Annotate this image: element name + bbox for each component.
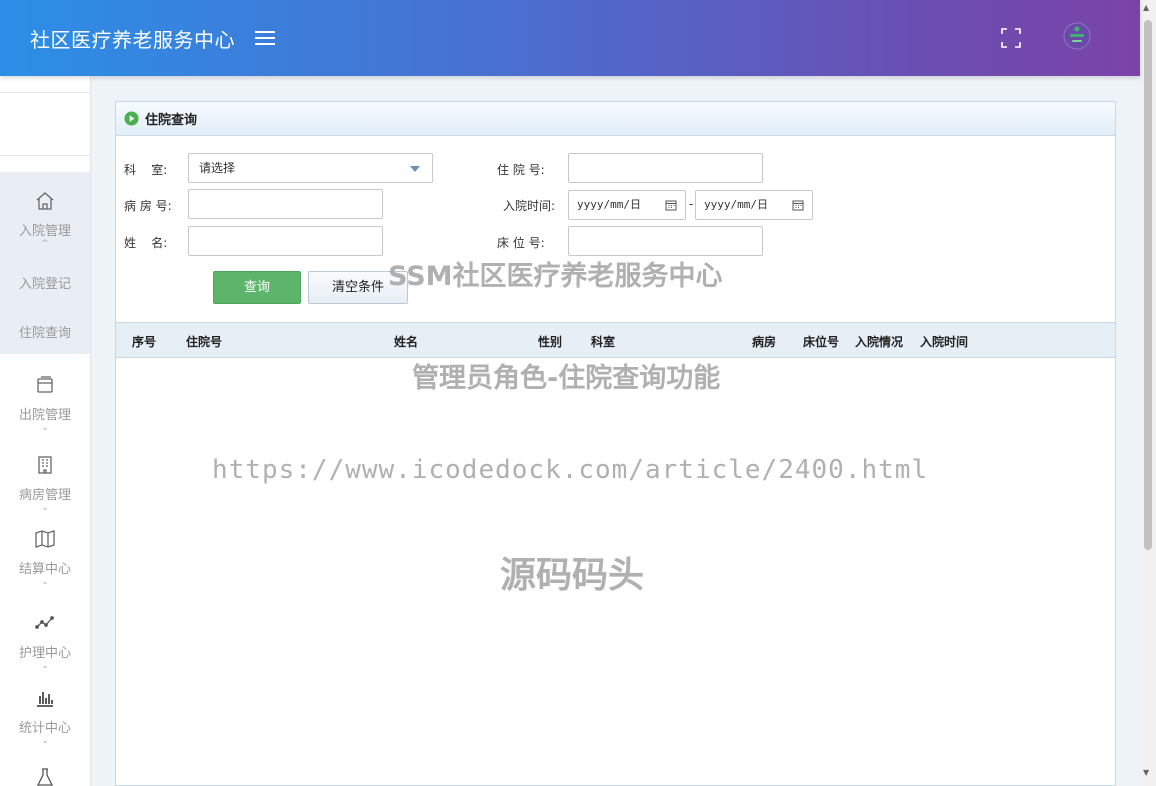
building-icon [38, 456, 52, 474]
scroll-down-icon[interactable]: ▼ [1143, 768, 1149, 777]
chevron-down-icon: ⌄ [41, 736, 49, 746]
chevron-down-icon: ⌄ [41, 577, 49, 587]
admission-time-label: 入院时间: [503, 199, 556, 213]
date-start-placeholder: yyyy/mm/日 [577, 198, 641, 211]
sidebar-item-label: 入院管理 [18, 224, 71, 239]
sidebar-item-label: 护理中心 [18, 646, 71, 661]
menu-toggle-icon[interactable] [255, 29, 277, 47]
calendar-icon[interactable] [665, 199, 677, 211]
column-header-bed-no[interactable]: 床位号 [803, 333, 839, 350]
panel-title: 住院查询 [145, 113, 198, 128]
flask-icon [36, 768, 54, 786]
sidebar-item-label: 统计中心 [18, 721, 71, 736]
play-circle-icon [124, 111, 139, 126]
admission-date-end[interactable]: yyyy/mm/日 [695, 190, 813, 220]
sidebar-item-settlement[interactable]: 结算中心 ⌄ [0, 528, 90, 587]
fullscreen-icon[interactable] [1000, 27, 1022, 49]
department-select[interactable]: 请选择 [188, 153, 433, 183]
date-range-separator: - [689, 197, 694, 211]
sidebar-item-label: 出院管理 [18, 408, 71, 423]
window-icon [37, 376, 53, 393]
top-header: 社区医疗养老服务中心 [0, 0, 1140, 76]
home-icon [36, 192, 54, 210]
column-header-admission-no[interactable]: 住院号 [186, 333, 222, 350]
column-header-admission-status[interactable]: 入院情况 [855, 333, 903, 350]
sidebar-item-nursing[interactable]: 护理中心 ⌄ [0, 612, 90, 671]
ward-no-input[interactable] [188, 189, 383, 219]
sidebar-item-ward[interactable]: 病房管理 ⌄ [0, 454, 90, 513]
page-scrollbar[interactable]: ▲ ▼ [1140, 0, 1156, 786]
result-table-header: 序号 住院号 姓名 性别 科室 病房 床位号 入院情况 入院时间 [116, 322, 1115, 358]
column-header-admission-time[interactable]: 入院时间 [920, 333, 968, 350]
calendar-icon[interactable] [792, 199, 804, 211]
sidebar-item-statistics[interactable]: 统计中心 ⌄ [0, 687, 90, 746]
scroll-up-icon[interactable]: ▲ [1143, 3, 1149, 12]
admission-no-label: 住 院 号: [497, 163, 545, 177]
sidebar-item-label: 病房管理 [18, 488, 71, 503]
app-title: 社区医疗养老服务中心 [30, 27, 235, 52]
sidebar-subitem-admission-register[interactable]: 入院登记 [0, 273, 90, 292]
department-selected-value: 请选择 [199, 161, 236, 175]
bed-no-input[interactable] [568, 226, 763, 256]
column-header-name[interactable]: 姓名 [394, 333, 418, 350]
date-end-placeholder: yyyy/mm/日 [704, 198, 768, 211]
chevron-down-icon: ⌄ [41, 503, 49, 513]
column-header-index[interactable]: 序号 [132, 333, 156, 350]
inpatient-query-panel: 住院查询 科 室: 请选择 住 院 号: 病 房 号: 入院时间: yyyy/m… [115, 101, 1116, 786]
department-label: 科 室: [124, 163, 168, 177]
sidebar: 入院管理 ^ 入院登记 住院查询 出院管理 ⌄ 病房管理 ⌄ 结算中心 ⌄ 护理… [0, 76, 91, 786]
name-label: 姓 名: [124, 236, 168, 250]
user-avatar[interactable] [1063, 22, 1091, 50]
clear-conditions-button[interactable]: 清空条件 [308, 271, 408, 304]
sidebar-item-label: 结算中心 [18, 562, 71, 577]
chevron-down-icon: ⌄ [41, 661, 49, 671]
name-input[interactable] [188, 226, 383, 256]
sidebar-divider [0, 92, 90, 93]
bed-no-label: 床 位 号: [497, 236, 545, 250]
column-header-department[interactable]: 科室 [591, 333, 615, 350]
sidebar-divider [0, 155, 90, 156]
column-header-ward[interactable]: 病房 [752, 333, 776, 350]
admission-no-input[interactable] [568, 153, 763, 183]
map-icon [35, 530, 55, 548]
chevron-down-icon: ⌄ [41, 423, 49, 433]
query-button[interactable]: 查询 [213, 271, 301, 304]
chevron-up-icon: ^ [41, 239, 49, 249]
sidebar-item-discharge[interactable]: 出院管理 ⌄ [0, 374, 90, 433]
panel-header: 住院查询 [116, 102, 1115, 136]
bar-chart-icon [37, 692, 53, 707]
column-header-gender[interactable]: 性别 [538, 333, 562, 350]
chevron-down-icon [410, 166, 420, 172]
line-chart-icon [35, 616, 54, 629]
sidebar-subitem-inpatient-query[interactable]: 住院查询 [0, 322, 90, 341]
admission-date-start[interactable]: yyyy/mm/日 [568, 190, 686, 220]
ward-no-label: 病 房 号: [124, 199, 172, 213]
scrollbar-thumb[interactable] [1144, 20, 1152, 550]
sidebar-item-lab[interactable] [0, 766, 90, 786]
sidebar-item-admission[interactable]: 入院管理 ^ [0, 190, 90, 249]
